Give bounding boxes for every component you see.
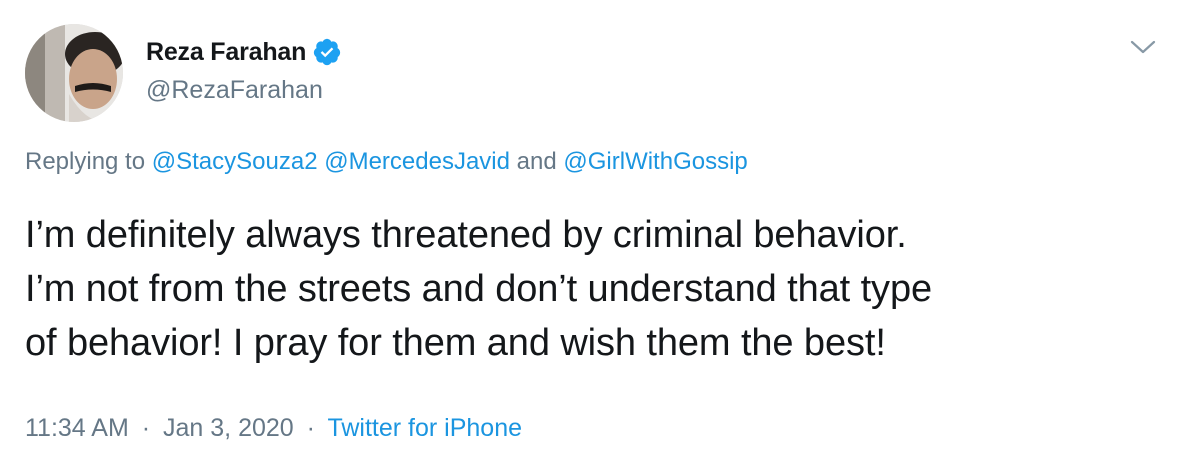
author-name-row[interactable]: Reza Farahan — [146, 35, 342, 69]
tweet-date[interactable]: Jan 3, 2020 — [163, 414, 294, 442]
mention-link[interactable]: @MercedesJavid — [324, 148, 510, 175]
tweet-card: Reza Farahan @RezaFarahan Replying to @S… — [0, 0, 1183, 472]
tweet-meta: 11:34 AM · Jan 3, 2020 · Twitter for iPh… — [25, 414, 522, 443]
replying-prefix: Replying to — [25, 148, 146, 175]
author-handle[interactable]: @RezaFarahan — [146, 76, 323, 105]
avatar-photo — [25, 24, 123, 122]
replying-conjunction: and — [516, 148, 557, 175]
display-name[interactable]: Reza Farahan — [146, 38, 306, 67]
meta-separator: · — [306, 414, 315, 442]
chevron-down-icon[interactable] — [1128, 36, 1158, 60]
tweet-text-line: I’m definitely always threatened by crim… — [25, 214, 907, 256]
verified-badge-icon — [312, 37, 342, 67]
mention-link[interactable]: @StacySouza2 — [152, 148, 318, 175]
avatar[interactable] — [25, 24, 123, 122]
mention-link[interactable]: @GirlWithGossip — [563, 148, 747, 175]
tweet-time[interactable]: 11:34 AM — [25, 414, 129, 442]
tweet-source-link[interactable]: Twitter for iPhone — [327, 414, 522, 442]
tweet-text: I’m definitely always threatened by crim… — [25, 208, 1165, 370]
tweet-text-line: of behavior! I pray for them and wish th… — [25, 322, 886, 364]
replying-to-line: Replying to @StacySouza2 @MercedesJavid … — [25, 148, 748, 176]
tweet-text-line: I’m not from the streets and don’t under… — [25, 268, 933, 310]
meta-separator: · — [141, 414, 151, 442]
